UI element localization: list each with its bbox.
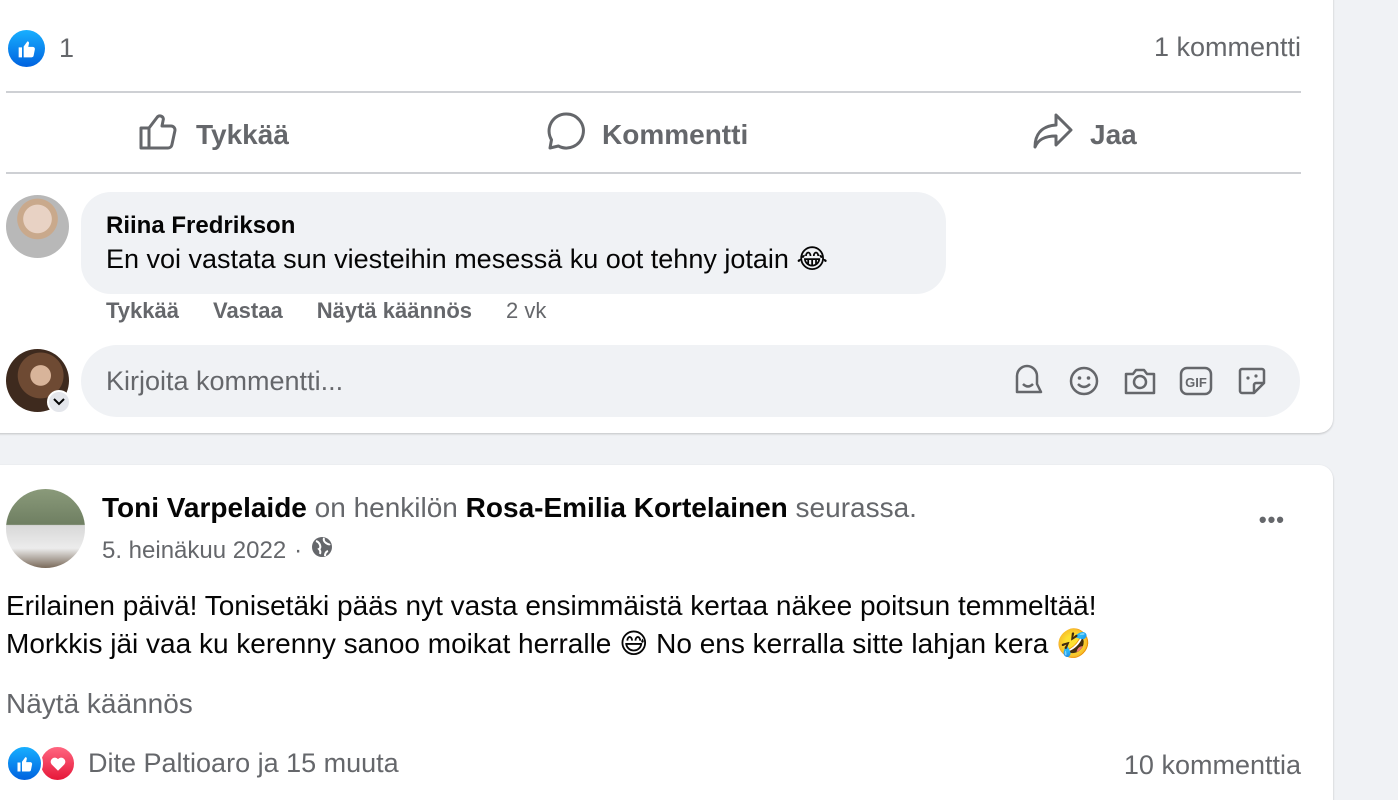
globe-icon[interactable] (310, 535, 334, 566)
share-arrow-icon (1032, 111, 1074, 158)
post-body-line-2a: Morkkis jäi vaa ku kerenny sanoo moikat … (6, 628, 612, 659)
composer-tools: GIF (1010, 363, 1270, 399)
divider-bottom (6, 172, 1301, 174)
post-header: Toni Varpelaide on henkilön Rosa-Emilia … (102, 492, 917, 524)
post-body-line-2b: No ens kerralla sitte lahjan kera (656, 628, 1049, 659)
see-translation-link[interactable]: Näytä käännös (6, 688, 193, 720)
like-button-label: Tykkää (196, 118, 289, 150)
with-prefix: on henkilön (314, 492, 458, 523)
comment-count-link[interactable]: 1 kommentti (1154, 32, 1301, 63)
share-button[interactable]: Jaa (1032, 111, 1137, 158)
comment-like-link[interactable]: Tykkää (106, 298, 179, 324)
comment-reply-link[interactable]: Vastaa (213, 298, 283, 324)
more-options-icon[interactable]: ••• (1259, 507, 1285, 533)
sweat-smile-emoji: 😅 (619, 628, 649, 659)
comment-meta: Tykkää Vastaa Näytä käännös 2 vk (106, 298, 546, 324)
rofl-emoji: 🤣 (1056, 628, 1092, 659)
reaction-names: Dite Paltioaro ja 15 muuta (88, 748, 399, 778)
gif-icon[interactable]: GIF (1178, 363, 1214, 399)
comment-button-label: Kommentti (602, 118, 749, 150)
post-card-1: 1 1 kommentti Tykkää Kommentti Jaa Riina… (0, 0, 1333, 433)
comment-text-row: En voi vastata sun viesteihin mesessä ku… (106, 244, 828, 275)
comment-composer: GIF (81, 345, 1300, 417)
reaction-summary-2[interactable]: Dite Paltioaro ja 15 muuta (6, 745, 399, 782)
post-body-line-1: Erilainen päivä! Tonisetäki pääs nyt vas… (6, 590, 1097, 621)
like-reaction-icon (6, 745, 43, 782)
commenter-avatar[interactable] (6, 195, 69, 258)
divider-top (6, 91, 1301, 93)
camera-icon[interactable] (1122, 363, 1158, 399)
author-avatar[interactable] (6, 489, 85, 568)
post-author[interactable]: Toni Varpelaide (102, 492, 307, 523)
tagged-person[interactable]: Rosa-Emilia Kortelainen (466, 492, 788, 523)
comment-bubble: Riina Fredrikson En voi vastata sun vies… (81, 192, 946, 294)
reaction-count: 1 (59, 33, 75, 63)
comments-count-link[interactable]: 10 kommenttia (1124, 750, 1301, 781)
speech-bubble-icon (546, 111, 586, 158)
heart-reaction-icon (39, 745, 76, 782)
laughing-tears-emoji: 😂 (796, 244, 828, 274)
post-body: Erilainen päivä! Tonisetäki pääs nyt vas… (6, 587, 1097, 663)
comment-button[interactable]: Kommentti (546, 111, 748, 158)
comment-author[interactable]: Riina Fredrikson (106, 212, 295, 240)
post-body-line-2: Morkkis jäi vaa ku kerenny sanoo moikat … (6, 625, 1097, 663)
sticker-icon[interactable] (1234, 363, 1270, 399)
thumbs-up-icon (138, 111, 180, 158)
meta-separator: · (294, 536, 303, 564)
share-button-label: Jaa (1090, 118, 1137, 150)
comment-text: En voi vastata sun viesteihin mesessä ku… (106, 244, 789, 274)
reaction-summary[interactable]: 1 (8, 30, 74, 67)
post-date[interactable]: 5. heinäkuu 2022 (102, 537, 286, 565)
post-meta: 5. heinäkuu 2022 · (102, 535, 334, 566)
like-reaction-icon (8, 30, 45, 67)
avatar-sticker-icon[interactable] (1010, 363, 1046, 399)
comment-time[interactable]: 2 vk (506, 298, 546, 324)
emoji-icon[interactable] (1066, 363, 1102, 399)
comment-translate-link[interactable]: Näytä käännös (317, 298, 472, 324)
with-suffix: seurassa. (795, 492, 917, 523)
chevron-down-icon[interactable] (47, 390, 71, 414)
like-button[interactable]: Tykkää (138, 111, 289, 158)
comment-input[interactable] (106, 365, 706, 397)
svg-text:GIF: GIF (1185, 375, 1207, 390)
post-card-2: Toni Varpelaide on henkilön Rosa-Emilia … (0, 465, 1333, 800)
